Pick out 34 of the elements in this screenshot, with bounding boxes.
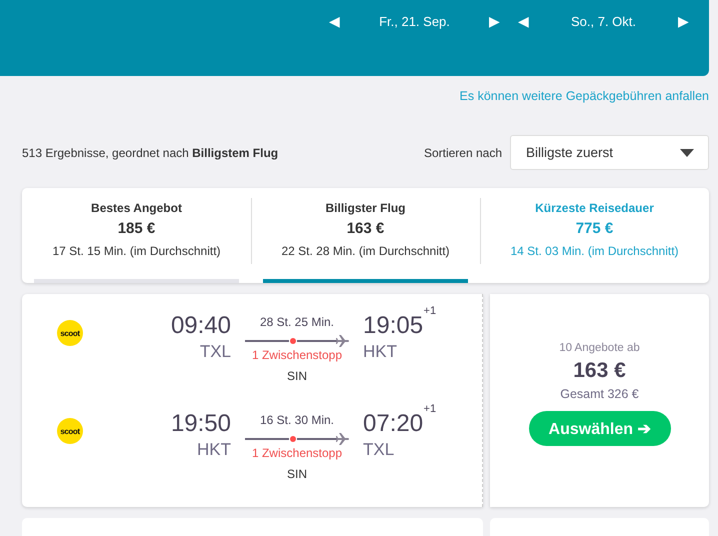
departure-airport: HKT <box>197 440 231 460</box>
sort-dropdown[interactable]: Billigste zuerst <box>510 135 709 170</box>
total-price: Gesamt 326 € <box>560 387 639 401</box>
flight-duration: 28 St. 25 Min. <box>260 315 334 329</box>
previous-date-button[interactable]: ◀ <box>327 13 342 29</box>
caret-icon <box>680 148 694 156</box>
date-label: Fr., 21. Sep. <box>378 14 451 28</box>
arrival-airport: HKT <box>363 342 397 362</box>
stopover-airport: SIN <box>286 369 307 383</box>
airline-logo: scoot <box>57 320 83 346</box>
airline-logo: scoot <box>57 418 83 444</box>
price: 163 € <box>573 359 626 383</box>
stops-label: 1 Zwischenstopp <box>252 446 342 460</box>
arrival-airport: TXL <box>363 440 394 460</box>
departure-airport: TXL <box>200 342 231 362</box>
previous-date-button[interactable]: ◀ <box>516 13 531 29</box>
sort-tab[interactable]: Kürzeste Reisedauer 775 € 14 St. 03 Min. (im Durchschnitt) <box>480 188 709 283</box>
sort-label: Sortieren nach <box>424 146 502 160</box>
sort-tab[interactable]: Billigster Flug 163 € 22 St. 28 Min. (im Durchschnitt) <box>251 188 480 283</box>
day-offset: +1 <box>424 305 436 317</box>
results-summary: 513 Ergebnisse, geordnet nach Billigstem Flug <box>22 146 280 160</box>
stops-label: 1 Zwischenstopp <box>252 348 342 362</box>
departure-time: 19:50 <box>170 409 231 439</box>
offers-label: 10 Angebote ab <box>559 342 640 354</box>
day-offset: +1 <box>424 403 436 415</box>
stopover-airport: SIN <box>286 467 307 481</box>
next-date-button[interactable]: ▶ <box>487 13 502 29</box>
sort-tab[interactable]: Bestes Angebot 185 € 17 St. 15 Min. (im Durchschnitt) <box>22 188 251 283</box>
select-button[interactable]: Auswählen ➔ <box>528 411 670 446</box>
date-label: So., 7. Okt. <box>570 14 638 28</box>
flight-duration: 16 St. 30 Min. <box>260 413 334 427</box>
baggage-fees-link[interactable]: Es können weitere Gepäckgebühren anfallen <box>460 89 709 112</box>
next-date-button[interactable]: ▶ <box>676 13 691 29</box>
departure-time: 09:40 <box>170 311 231 341</box>
